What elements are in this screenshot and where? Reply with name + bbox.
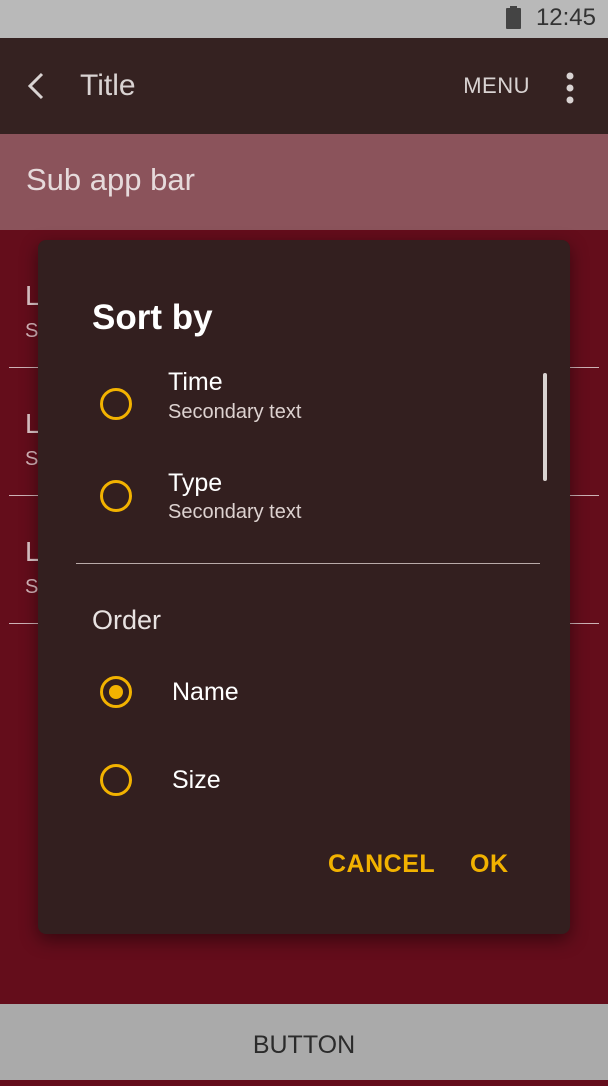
order-option-name[interactable]: Name: [38, 648, 570, 736]
bottom-bar: BUTTON: [0, 1004, 608, 1080]
radio-button[interactable]: [100, 480, 132, 512]
sort-option-label: Time: [168, 368, 223, 396]
more-vert-icon: [566, 72, 574, 104]
bottom-button[interactable]: BUTTON: [0, 1004, 608, 1080]
sort-option-secondary: Secondary text: [168, 401, 302, 423]
menu-button[interactable]: MENU: [463, 73, 530, 99]
sort-option-type[interactable]: Type Secondary text: [38, 460, 570, 548]
radio-button-checked[interactable]: [100, 676, 132, 708]
battery-icon: [506, 6, 521, 29]
list-item-secondary: S: [25, 448, 39, 470]
app-title: Title: [80, 69, 136, 102]
list-item-secondary: S: [25, 320, 39, 342]
radio-button[interactable]: [100, 764, 132, 796]
order-option-label: Size: [172, 766, 221, 794]
scrollbar[interactable]: [543, 373, 547, 481]
back-button[interactable]: [20, 66, 60, 106]
order-option-label: Name: [172, 678, 239, 706]
list-item-secondary: S: [25, 576, 39, 598]
sub-app-bar: Sub app bar: [0, 134, 608, 230]
sort-option-secondary: Secondary text: [168, 501, 302, 523]
divider: [76, 563, 540, 564]
sort-option-label: Type: [168, 469, 223, 497]
order-section-title: Order: [92, 605, 162, 635]
cancel-button[interactable]: CANCEL: [328, 850, 435, 879]
chevron-left-icon: [27, 72, 44, 100]
overflow-menu-button[interactable]: [552, 68, 588, 108]
app-bar: Title MENU: [0, 38, 608, 134]
dialog-title: Sort by: [92, 298, 213, 337]
ok-button[interactable]: OK: [470, 850, 509, 879]
status-bar: 12:45: [0, 0, 608, 38]
sort-dialog: Sort by Time Secondary text Type Seconda…: [38, 240, 570, 934]
radio-button[interactable]: [100, 388, 132, 420]
sub-app-bar-title: Sub app bar: [26, 162, 195, 197]
status-time: 12:45: [535, 4, 596, 31]
sort-option-time[interactable]: Time Secondary text: [38, 360, 570, 448]
order-option-size[interactable]: Size: [38, 738, 570, 826]
